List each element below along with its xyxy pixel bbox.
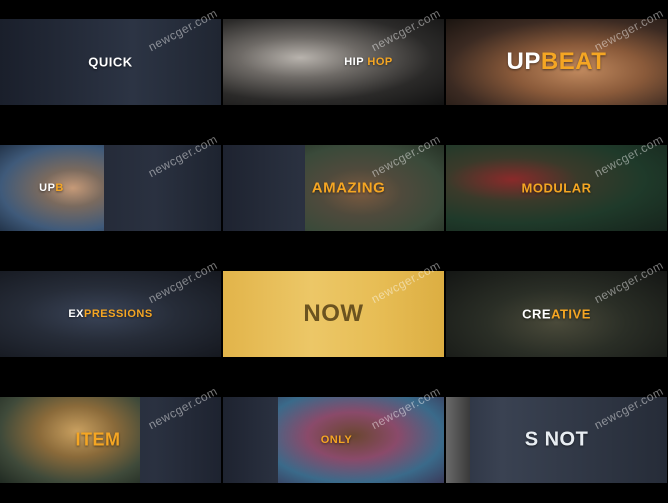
tile-item[interactable]: ITEM newcger.com	[0, 378, 221, 502]
tile-upbeat[interactable]: UPBEAT newcger.com	[446, 0, 667, 124]
tile-amazing[interactable]: AMAZING newcger.com	[223, 126, 444, 250]
tile-expressions[interactable]: EXPRESSIONS newcger.com	[0, 252, 221, 376]
tile-upb[interactable]: UPB newcger.com	[0, 126, 221, 250]
tile-title: HIP HOP	[344, 56, 393, 68]
tile-hip-hop[interactable]: HIP HOP newcger.com	[223, 0, 444, 124]
tile-title: S NOT	[524, 428, 589, 451]
video-thumbnail-grid: QUICK newcger.com HIP HOP newcger.com UP…	[0, 0, 668, 503]
tile-title: ITEM	[75, 429, 121, 450]
tile-s-not[interactable]: S NOT newcger.com	[446, 378, 667, 502]
tile-title: UPBEAT	[506, 48, 607, 75]
tile-now[interactable]: NOW newcger.com	[223, 252, 444, 376]
tile-title: NOW	[303, 300, 364, 327]
tile-title: CREATIVE	[522, 306, 591, 322]
tile-title: MODULAR	[521, 180, 592, 196]
tile-only[interactable]: ONLY newcger.com	[223, 378, 444, 502]
tile-title: ONLY	[320, 434, 353, 446]
tile-title: EXPRESSIONS	[68, 308, 153, 320]
tile-quick[interactable]: QUICK newcger.com	[0, 0, 221, 124]
tile-title: AMAZING	[311, 179, 386, 197]
tile-modular[interactable]: MODULAR newcger.com	[446, 126, 667, 250]
tile-title: UPB	[39, 182, 64, 194]
tile-title: QUICK	[88, 54, 133, 70]
tile-creative[interactable]: CREATIVE newcger.com	[446, 252, 667, 376]
